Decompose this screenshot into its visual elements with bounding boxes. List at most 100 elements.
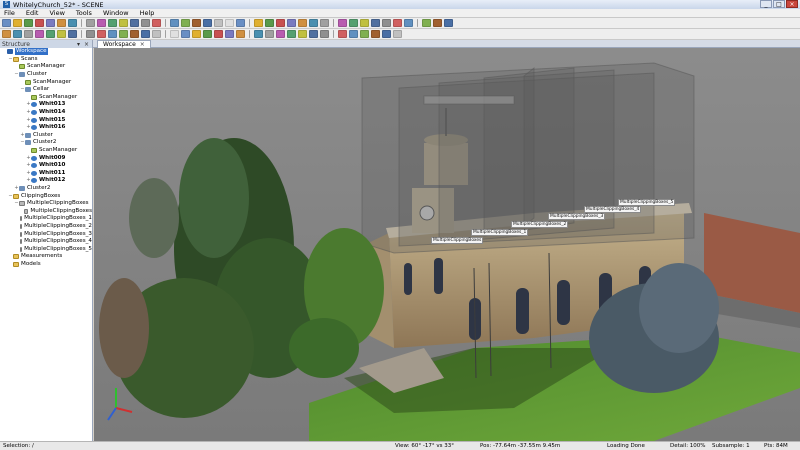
menu-window[interactable]: Window	[103, 9, 129, 17]
tree-item[interactable]: + Cluster	[0, 132, 92, 140]
toolbar-button-icon[interactable]	[287, 19, 296, 27]
tree-item[interactable]: + Whit016	[0, 124, 92, 132]
toolbar-button-icon[interactable]	[225, 30, 234, 38]
toolbar-button-icon[interactable]	[422, 19, 431, 27]
toolbar-button-icon[interactable]	[130, 30, 139, 38]
toolbar-button-icon[interactable]	[57, 19, 66, 27]
toolbar-button-icon[interactable]	[97, 19, 106, 27]
toolbar-button-icon[interactable]	[130, 19, 139, 27]
clipping-box-label[interactable]: MultipleClippingBoxes	[431, 237, 484, 244]
toolbar-button-icon[interactable]	[24, 19, 33, 27]
toolbar-button-icon[interactable]	[2, 19, 11, 27]
tree-item[interactable]: + Whit011	[0, 170, 92, 178]
toolbar-button-icon[interactable]	[338, 30, 347, 38]
toolbar-button-icon[interactable]	[298, 30, 307, 38]
toolbar-button-icon[interactable]	[57, 30, 66, 38]
tree-item[interactable]: Workspace	[0, 48, 92, 56]
toolbar-button-icon[interactable]	[382, 30, 391, 38]
toolbar-button-icon[interactable]	[349, 30, 358, 38]
toolbar-button-icon[interactable]	[46, 30, 55, 38]
toolbar-button-icon[interactable]	[265, 30, 274, 38]
minimize-icon[interactable]: _	[760, 0, 772, 8]
toolbar-button-icon[interactable]	[35, 19, 44, 27]
toolbar-button-icon[interactable]	[170, 19, 179, 27]
toolbar-button-icon[interactable]	[86, 30, 95, 38]
tree-item[interactable]: MultipleClippingBoxes_5	[0, 245, 92, 253]
toolbar-button-icon[interactable]	[225, 19, 234, 27]
tree-item[interactable]: − Scans	[0, 56, 92, 64]
tree-item[interactable]: MultipleClippingBoxes_2	[0, 223, 92, 231]
toolbar-button-icon[interactable]	[254, 30, 263, 38]
menu-file[interactable]: File	[4, 9, 15, 17]
tree-item[interactable]: + Whit013	[0, 101, 92, 109]
tab-close-icon[interactable]: ×	[140, 41, 145, 48]
toolbar-button-icon[interactable]	[68, 19, 77, 27]
toolbar-button-icon[interactable]	[404, 19, 413, 27]
tree-item[interactable]: + Whit012	[0, 177, 92, 185]
tree-item[interactable]: − Cluster2	[0, 139, 92, 147]
toolbar-button-icon[interactable]	[141, 30, 150, 38]
tree-item[interactable]: + Cluster2	[0, 185, 92, 193]
toolbar-button-icon[interactable]	[393, 19, 402, 27]
toolbar-button-icon[interactable]	[360, 30, 369, 38]
tree-item[interactable]: MultipleClippingBoxes	[0, 207, 92, 215]
tree-item[interactable]: Measurements	[0, 253, 92, 261]
toolbar-button-icon[interactable]	[119, 30, 128, 38]
toolbar-button-icon[interactable]	[433, 19, 442, 27]
toolbar-button-icon[interactable]	[141, 19, 150, 27]
clipping-box-label[interactable]: MultipleClippingBoxes_5	[618, 199, 676, 206]
toolbar-button-icon[interactable]	[371, 30, 380, 38]
toolbar-button-icon[interactable]	[13, 19, 22, 27]
maximize-icon[interactable]: □	[773, 0, 785, 8]
toolbar-button-icon[interactable]	[276, 19, 285, 27]
tree-item[interactable]: ScanManager	[0, 63, 92, 71]
toolbar-button-icon[interactable]	[35, 30, 44, 38]
toolbar-button-icon[interactable]	[68, 30, 77, 38]
toolbar-button-icon[interactable]	[298, 19, 307, 27]
3d-viewport[interactable]: MultipleClippingBoxes MultipleClippingBox…	[94, 48, 800, 441]
tree-item[interactable]: − MultipleClippingBoxes	[0, 200, 92, 208]
toolbar-button-icon[interactable]	[13, 30, 22, 38]
toolbar-button-icon[interactable]	[236, 19, 245, 27]
clipping-box-label[interactable]: MultipleClippingBoxes_4	[584, 206, 642, 213]
toolbar-button-icon[interactable]	[287, 30, 296, 38]
toolbar-button-icon[interactable]	[393, 30, 402, 38]
toolbar-button-icon[interactable]	[349, 19, 358, 27]
menu-help[interactable]: Help	[140, 9, 155, 17]
tree-item[interactable]: − Cluster	[0, 71, 92, 79]
tree-item[interactable]: Models	[0, 261, 92, 269]
tree-item[interactable]: MultipleClippingBoxes_4	[0, 238, 92, 246]
toolbar-button-icon[interactable]	[152, 30, 161, 38]
toolbar-button-icon[interactable]	[152, 19, 161, 27]
clipping-box-label[interactable]: MultipleClippingBoxes_2	[511, 221, 569, 228]
toolbar-button-icon[interactable]	[360, 19, 369, 27]
toolbar-button-icon[interactable]	[254, 19, 263, 27]
toolbar-button-icon[interactable]	[320, 30, 329, 38]
menu-view[interactable]: View	[49, 9, 64, 17]
toolbar-button-icon[interactable]	[309, 19, 318, 27]
toolbar-button-icon[interactable]	[214, 30, 223, 38]
clipping-box-label[interactable]: MultipleClippingBoxes_1	[471, 229, 529, 236]
toolbar-button-icon[interactable]	[320, 19, 329, 27]
toolbar-button-icon[interactable]	[2, 30, 11, 38]
toolbar-button-icon[interactable]	[181, 19, 190, 27]
menu-tools[interactable]: Tools	[76, 9, 92, 17]
toolbar-button-icon[interactable]	[97, 30, 106, 38]
toolbar-button-icon[interactable]	[192, 30, 201, 38]
toolbar-button-icon[interactable]	[170, 30, 179, 38]
toolbar-button-icon[interactable]	[444, 19, 453, 27]
toolbar-button-icon[interactable]	[46, 19, 55, 27]
tree-item[interactable]: − ClippingBoxes	[0, 192, 92, 200]
tree-item[interactable]: ScanManager	[0, 78, 92, 86]
toolbar-button-icon[interactable]	[265, 19, 274, 27]
tree-item[interactable]: + Whit014	[0, 109, 92, 117]
clipping-box-label[interactable]: MultipleClippingBoxes_3	[548, 213, 606, 220]
toolbar-button-icon[interactable]	[276, 30, 285, 38]
tab-workspace[interactable]: Workspace ×	[97, 40, 151, 48]
toolbar-button-icon[interactable]	[309, 30, 318, 38]
menu-edit[interactable]: Edit	[26, 9, 39, 17]
toolbar-button-icon[interactable]	[181, 30, 190, 38]
toolbar-button-icon[interactable]	[108, 30, 117, 38]
toolbar-button-icon[interactable]	[119, 19, 128, 27]
toolbar-button-icon[interactable]	[214, 19, 223, 27]
